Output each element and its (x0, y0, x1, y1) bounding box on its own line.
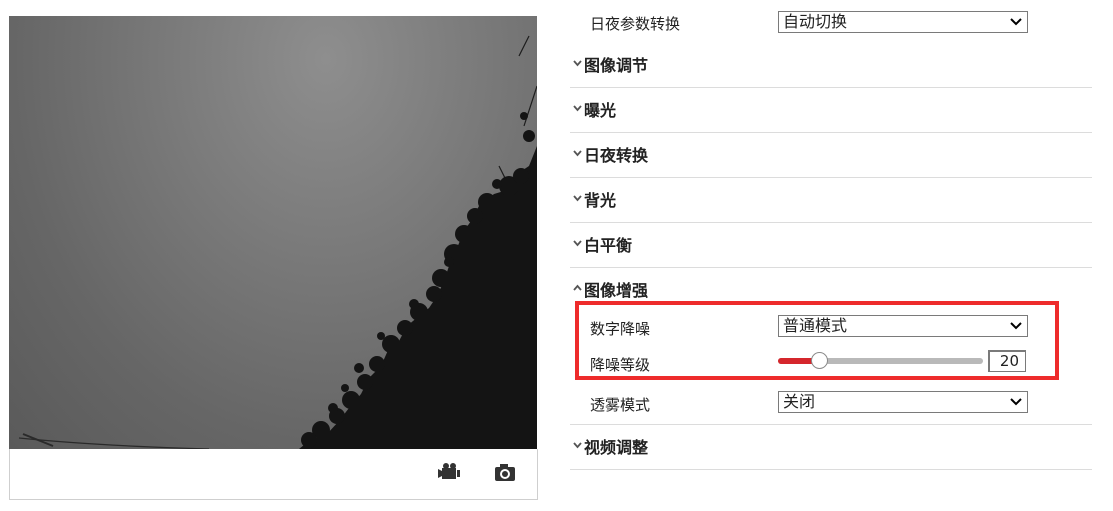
chevron-down-icon (573, 105, 582, 112)
section-title: 白平衡 (584, 236, 633, 255)
section-video-adjust[interactable]: 视频调整 (570, 425, 1092, 470)
snapshot-button[interactable] (492, 459, 518, 485)
section-title: 图像调节 (584, 56, 649, 75)
section-image-adjust[interactable]: 图像调节 (570, 43, 1092, 88)
section-day-night[interactable]: 日夜转换 (570, 133, 1092, 178)
section-title: 背光 (584, 191, 617, 210)
section-image-enhance[interactable]: 图像增强 (570, 268, 1092, 300)
chevron-down-icon (1010, 398, 1022, 406)
defog-mode-value: 关闭 (783, 392, 816, 411)
section-title: 图像增强 (584, 281, 649, 300)
defog-mode-select[interactable]: 关闭 (778, 391, 1028, 413)
dnr-mode-select[interactable]: 普通模式 (778, 315, 1028, 337)
chevron-down-icon (573, 195, 582, 202)
chevron-up-icon (573, 284, 582, 291)
section-title: 视频调整 (584, 438, 649, 457)
record-button[interactable] (436, 459, 462, 485)
dnr-label: 数字降噪 (590, 320, 651, 338)
day-night-switch-select[interactable]: 自动切换 (778, 11, 1028, 33)
section-white-balance[interactable]: 白平衡 (570, 223, 1092, 268)
chevron-down-icon (573, 240, 582, 247)
image-settings-panel: 日夜参数转换 自动切换 图像调节 曝光 日夜转换 背光 白平衡 图像增强 数字降… (570, 0, 1092, 511)
section-backlight[interactable]: 背光 (570, 178, 1092, 223)
chevron-down-icon (573, 150, 582, 157)
defog-label: 透雾模式 (590, 396, 651, 414)
chevron-down-icon (1010, 18, 1022, 26)
section-title: 日夜转换 (584, 146, 649, 165)
dnr-level-slider[interactable] (778, 352, 983, 369)
dnr-level-input[interactable]: 20 (988, 350, 1026, 372)
dnr-level-label: 降噪等级 (590, 356, 651, 374)
section-exposure[interactable]: 曝光 (570, 88, 1092, 133)
preview-toolbar (9, 449, 538, 500)
dnr-mode-value: 普通模式 (783, 316, 848, 335)
section-title: 曝光 (584, 101, 617, 120)
day-night-switch-value: 自动切换 (783, 12, 848, 31)
slider-handle[interactable] (811, 352, 828, 369)
camera-icon (495, 464, 515, 481)
day-night-switch-label: 日夜参数转换 (590, 15, 681, 33)
tree-silhouette (18, 35, 537, 449)
live-view[interactable] (9, 16, 537, 449)
chevron-down-icon (573, 442, 582, 449)
chevron-down-icon (573, 60, 582, 67)
chevron-down-icon (1010, 322, 1022, 330)
video-camera-icon (438, 463, 460, 479)
